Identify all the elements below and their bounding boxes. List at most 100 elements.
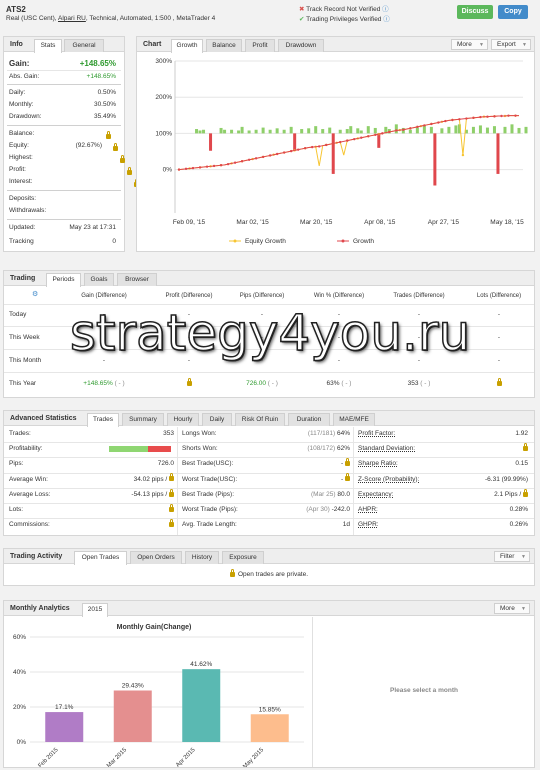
equity-point	[461, 153, 465, 157]
column-header[interactable]: Win % (Difference)	[299, 293, 379, 299]
profit-bar	[356, 128, 360, 134]
tab-exposure[interactable]: Exposure	[222, 551, 264, 564]
growth-point	[275, 152, 279, 156]
column-header[interactable]: Profit (Difference)	[149, 293, 229, 299]
stat-value-text: 64%	[336, 430, 350, 437]
growth-point	[219, 164, 223, 167]
monthly-title: Monthly Analytics	[10, 605, 70, 612]
discuss-button[interactable]: Discuss	[457, 5, 493, 19]
stat-value: -6.31 (99.99%)	[358, 476, 528, 483]
chart-header: Chart Growth Balance Profit Drawdown Mor…	[137, 37, 534, 53]
advanced-statistics-panel: Advanced Statistics Trades Summary Hourl…	[3, 410, 535, 536]
growth-point	[430, 122, 433, 126]
stat-value: 726.0	[9, 460, 174, 467]
profit-bar	[349, 126, 353, 134]
tab-mae-mfe[interactable]: MAE/MFE	[333, 413, 375, 426]
table-cell-profit	[149, 377, 229, 387]
legend-equity-growth[interactable]: Equity Growth	[245, 238, 286, 245]
growth-point	[226, 162, 230, 166]
stat-sub-value: (Apr 30)	[306, 506, 332, 513]
growth-point	[388, 130, 391, 134]
tab-hourly[interactable]: Hourly	[167, 413, 199, 426]
tab-open-orders[interactable]: Open Orders	[130, 551, 182, 564]
monthly-bar[interactable]	[113, 690, 152, 742]
tab-daily[interactable]: Daily	[202, 413, 232, 426]
y-tick-label: 20%	[13, 704, 26, 711]
profit-bar	[485, 127, 489, 134]
profit-bar	[282, 129, 286, 134]
tab-risk-of-ruin[interactable]: Risk Of Ruin	[235, 413, 285, 426]
loss-bar	[209, 133, 213, 151]
broker-link[interactable]: Alpari RU	[58, 15, 86, 22]
profit-bar	[373, 127, 377, 134]
tab-browser[interactable]: Browser	[117, 273, 157, 286]
abs-gain-label: Abs. Gain:	[9, 73, 40, 80]
lock-icon	[112, 142, 118, 151]
growth-chart: 300% 200% 100% 0% Feb 09, '15 Mar 02, '15 Mar …	[155, 58, 528, 245]
profit-bar	[300, 129, 304, 134]
stat-value	[9, 518, 174, 528]
copy-button[interactable]: Copy	[498, 5, 528, 19]
table-cell-lots	[459, 377, 539, 387]
lock-icon	[496, 377, 502, 386]
lock-icon	[169, 518, 174, 527]
x-tick-label: Apr 08, '15	[364, 219, 396, 226]
profit-bar	[359, 130, 363, 134]
chart-panel: Chart Growth Balance Profit Drawdown Mor…	[136, 36, 535, 252]
tab-goals[interactable]: Goals	[84, 273, 114, 286]
tab-2015[interactable]: 2015	[82, 603, 108, 617]
tab-trades[interactable]: Trades	[87, 413, 119, 427]
tab-profit[interactable]: Profit	[245, 39, 275, 52]
tab-general[interactable]: General	[64, 39, 104, 52]
tracking-label: Tracking	[9, 238, 34, 245]
growth-point	[486, 115, 489, 118]
tab-duration[interactable]: Duration	[288, 413, 330, 426]
profit-bar	[195, 129, 199, 134]
gain-label: Gain:	[9, 59, 30, 68]
lock-icon	[126, 166, 132, 175]
tab-summary[interactable]: Summary	[122, 413, 164, 426]
info-icon[interactable]: ⓘ	[382, 6, 389, 13]
chart-export-dropdown[interactable]: Export ▼	[491, 39, 531, 50]
bar-value-label: 15.85%	[259, 706, 281, 713]
profit-bar	[471, 126, 475, 134]
trading-header: Trading Periods Goals Browser	[4, 271, 534, 287]
tab-open-trades[interactable]: Open Trades	[74, 551, 127, 565]
bar-value-label: 29.43%	[122, 682, 144, 689]
cell-difference: ( - )	[112, 380, 125, 387]
monthly-more-dropdown[interactable]: More ▼	[494, 603, 530, 614]
loss-bar	[331, 133, 335, 174]
chart-more-dropdown[interactable]: More ▼	[451, 39, 488, 50]
monthly-bar[interactable]	[45, 712, 84, 742]
legend-growth[interactable]: Growth	[353, 238, 374, 245]
tab-stats[interactable]: Stats	[34, 39, 62, 53]
deposits-label: Deposits:	[9, 195, 37, 202]
tab-balance[interactable]: Balance	[206, 39, 242, 52]
profit-bar	[230, 129, 234, 134]
column-header[interactable]: Gain (Difference)	[64, 293, 144, 299]
column-header[interactable]: Pips (Difference)	[222, 293, 302, 299]
monthly-bar[interactable]	[250, 714, 289, 742]
withdrawals-label: Withdrawals:	[9, 207, 47, 214]
account-subtitle: Real (USC Cent), Alpari RU, Technical, A…	[6, 15, 215, 22]
settings-icon[interactable]: ⚙	[32, 290, 38, 298]
tab-history[interactable]: History	[185, 551, 219, 564]
profit-bar	[440, 128, 444, 134]
profit-bar	[223, 129, 227, 134]
column-header[interactable]: Lots (Difference)	[459, 293, 539, 299]
advanced-grid: Trades: 353 Profitability: Pips: 726.0 Averag…	[4, 427, 534, 535]
bar-value-label: 17.1%	[55, 704, 74, 711]
tab-drawdown[interactable]: Drawdown	[278, 39, 324, 52]
tab-periods[interactable]: Periods	[46, 273, 81, 287]
growth-point	[303, 147, 307, 150]
monthly-bar[interactable]	[182, 669, 221, 742]
info-icon[interactable]: ⓘ	[383, 16, 390, 23]
chevron-down-icon: ▼	[522, 42, 527, 48]
y-tick-label: 300%	[155, 58, 172, 65]
column-header[interactable]: Trades (Difference)	[379, 293, 459, 299]
growth-point	[416, 125, 419, 129]
stat-sub-value: (Mar 25)	[310, 490, 338, 498]
x-tick-label: Feb 2015	[37, 747, 60, 767]
filter-dropdown[interactable]: Filter ▼	[494, 551, 530, 562]
tab-growth[interactable]: Growth	[171, 39, 203, 53]
